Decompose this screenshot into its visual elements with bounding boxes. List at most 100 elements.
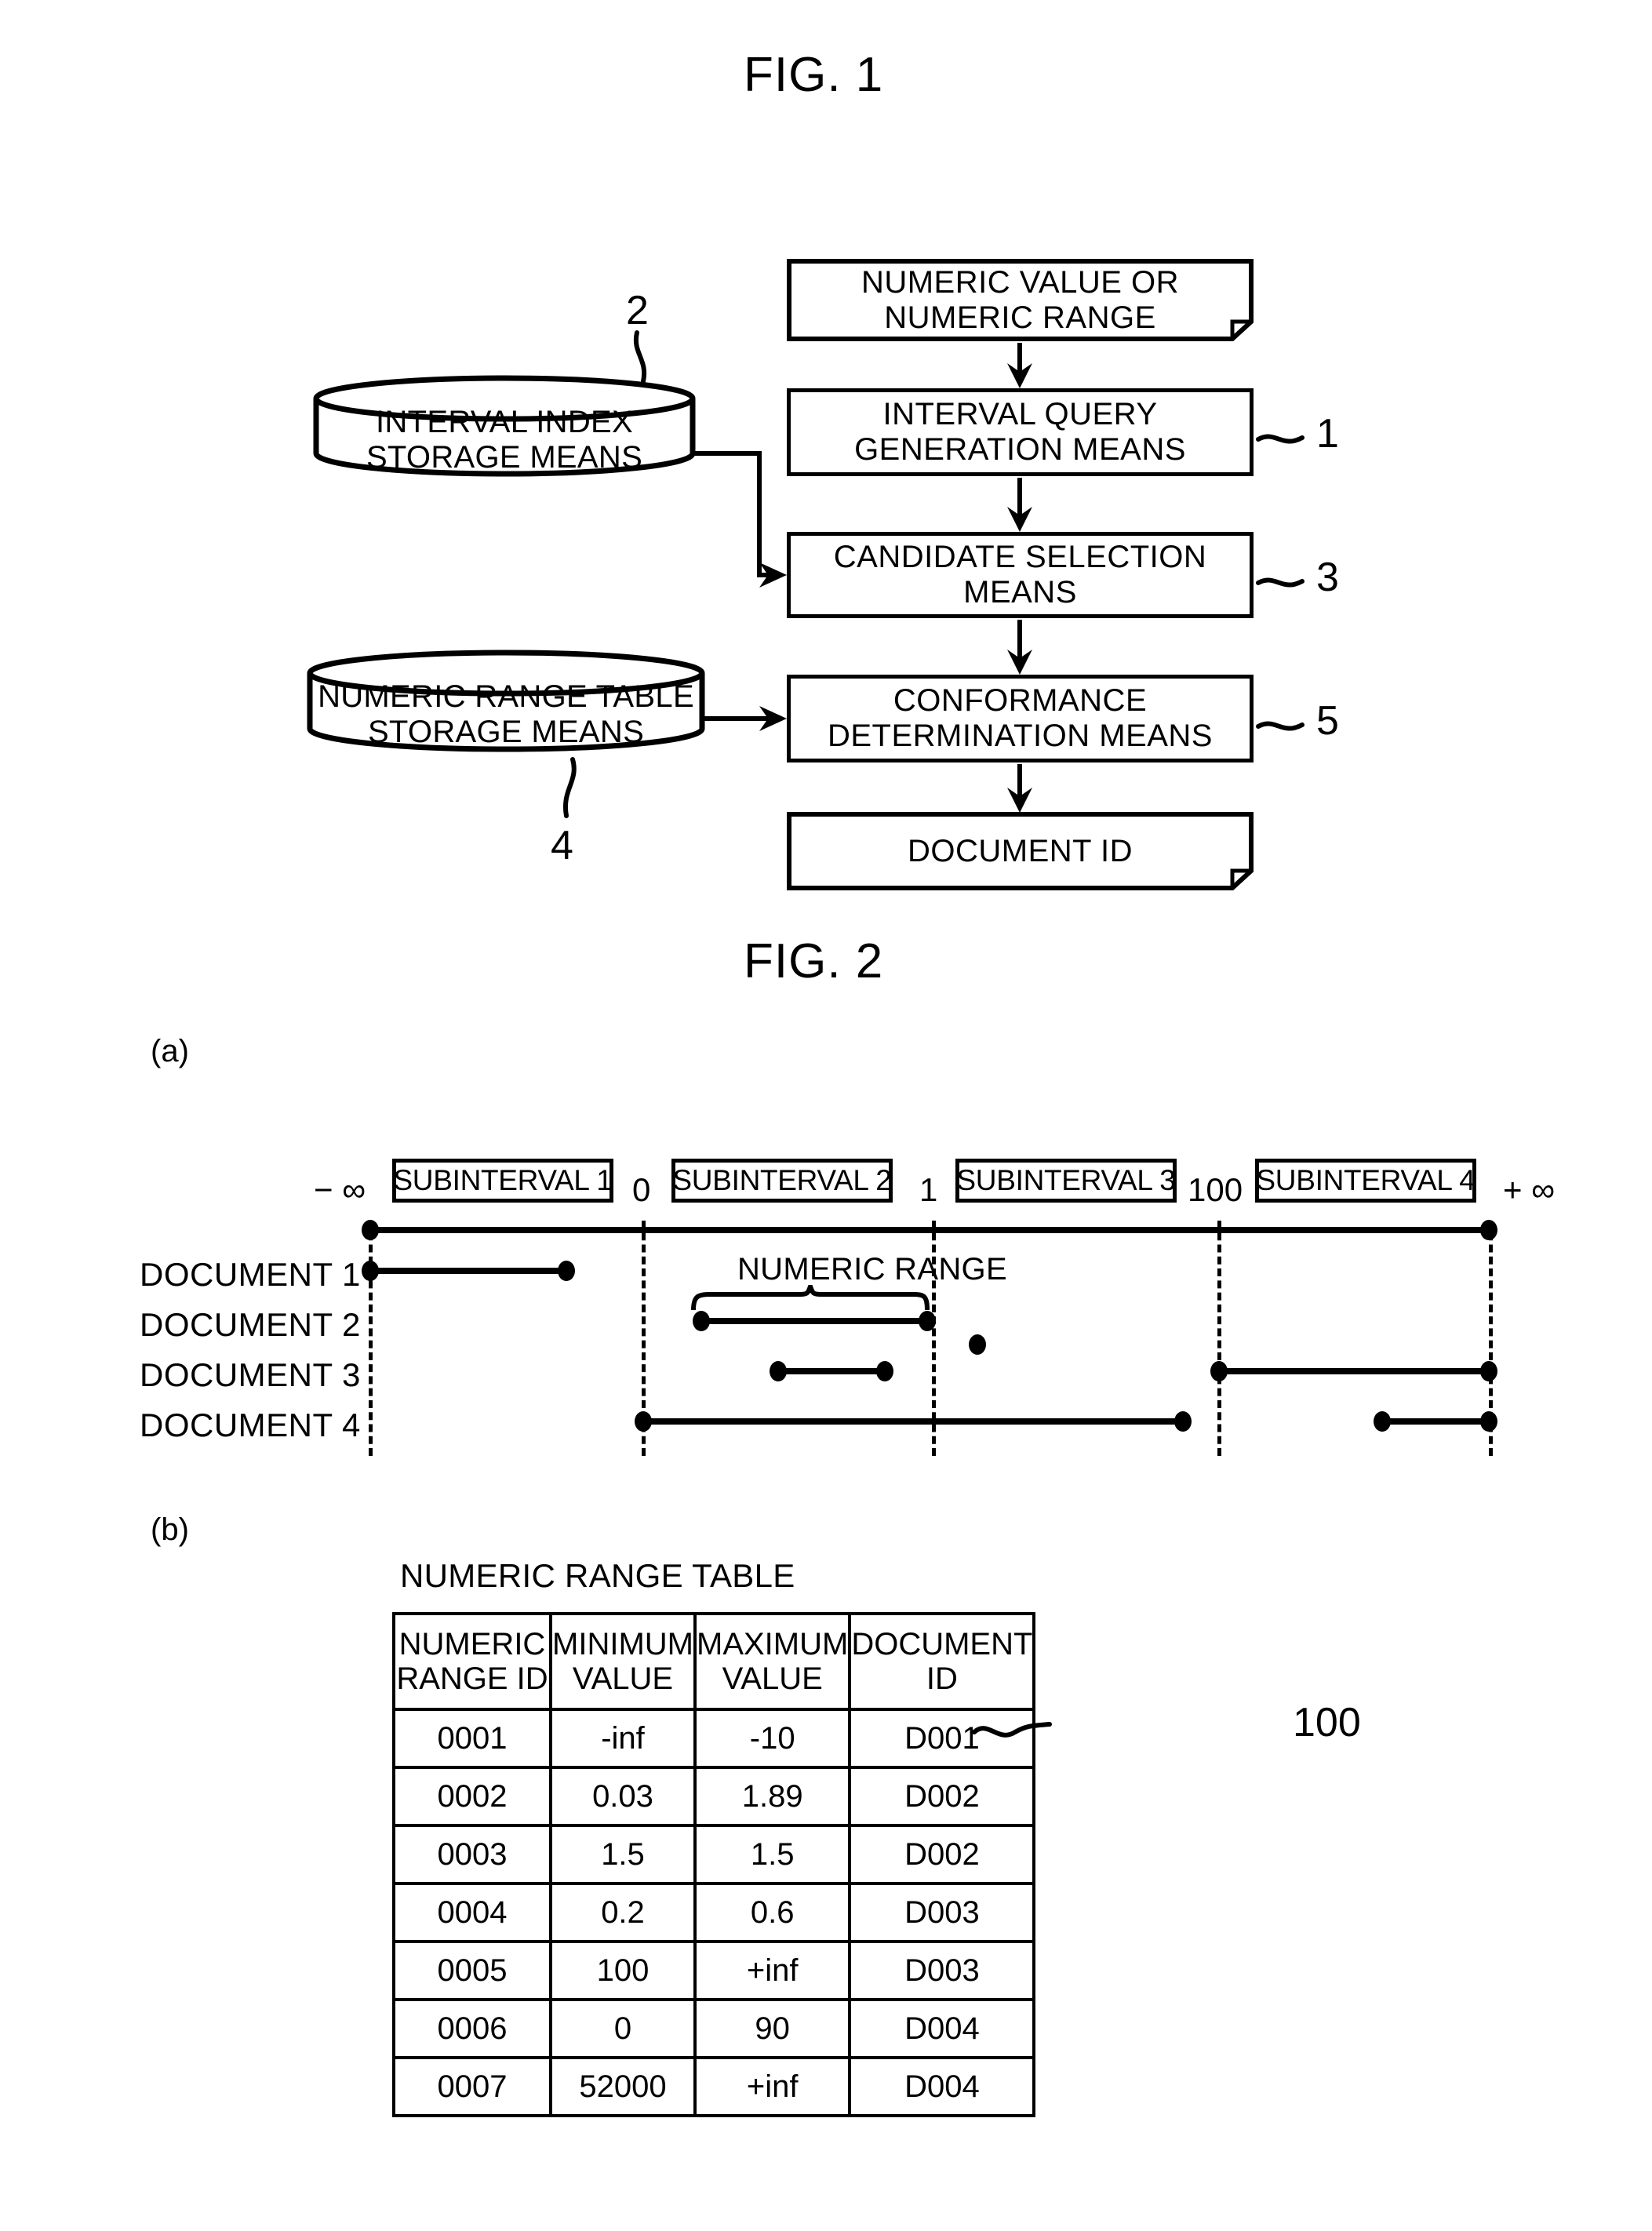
- interval-query-line2: GENERATION MEANS: [854, 432, 1186, 467]
- cell-max-value: 1.5: [693, 1824, 852, 1885]
- cell-max-value: +inf: [693, 2056, 852, 2117]
- subinterval-box-4: SUBINTERVAL 4: [1255, 1159, 1476, 1203]
- doc2-segment-1: [700, 1318, 927, 1324]
- doc3-segment-2-end-dot: [1480, 1361, 1497, 1381]
- cell-document-id: D004: [848, 1998, 1036, 2059]
- axis-endpoint-right: [1480, 1220, 1497, 1240]
- cell-range-id: 0004: [392, 1882, 552, 1943]
- cell-range-id: 0005: [392, 1940, 552, 2001]
- header-document-id: DOCUMENT ID: [848, 1612, 1036, 1711]
- neg-infinity-label: − ∞: [314, 1171, 366, 1208]
- cell-document-id: D004: [848, 2056, 1036, 2117]
- interval-query-generation-box: INTERVAL QUERY GENERATION MEANS: [787, 388, 1254, 476]
- doc2-segment-1-end-dot: [919, 1311, 936, 1331]
- doc4-segment-1: [642, 1418, 1184, 1425]
- doc-row-label-3: DOCUMENT 3: [140, 1356, 361, 1393]
- part-a-label: (a): [151, 1034, 189, 1068]
- doc3-segment-1-end-dot: [876, 1361, 893, 1381]
- cell-min-value: 0.03: [549, 1766, 697, 1827]
- conformance-line2: DETERMINATION MEANS: [827, 719, 1213, 753]
- doc1-segment-1-start-dot: [362, 1261, 379, 1281]
- doc4-segment-1-end-dot: [1174, 1411, 1192, 1432]
- table-row: 0005 100 +inf D003: [392, 1940, 1036, 2001]
- header-maximum-value: MAXIMUM VALUE: [693, 1612, 852, 1711]
- part-b-label: (b): [151, 1512, 189, 1547]
- cell-max-value: +inf: [693, 1940, 852, 2001]
- table-header-row: NUMERIC RANGE ID MINIMUM VALUE MAXIMUM V…: [392, 1612, 1036, 1711]
- fig2-title: FIG. 2: [744, 934, 884, 988]
- doc-row-label-4: DOCUMENT 4: [140, 1407, 361, 1443]
- cell-document-id: D003: [848, 1882, 1036, 1943]
- table-row: 0003 1.5 1.5 D002: [392, 1824, 1036, 1885]
- subinterval-box-1: SUBINTERVAL 1: [392, 1159, 613, 1203]
- numeric-range-brace: [691, 1285, 930, 1311]
- table-row: 0006 0 90 D004: [392, 1998, 1036, 2059]
- cell-document-id: D002: [848, 1766, 1036, 1827]
- ref-numeral-3: 3: [1316, 555, 1339, 600]
- axis-endpoint-left: [362, 1220, 379, 1240]
- header-minimum-value: MINIMUM VALUE: [549, 1612, 697, 1711]
- doc1-segment-1-end-dot: [558, 1261, 575, 1281]
- numeric-range-table-storage-line1: NUMERIC RANGE TABLE: [318, 679, 694, 714]
- numeric-range-table-storage-line2: STORAGE MEANS: [367, 714, 645, 749]
- cell-min-value: 1.5: [549, 1824, 697, 1885]
- interval-query-line1: INTERVAL QUERY: [882, 397, 1158, 432]
- cell-range-id: 0001: [392, 1708, 552, 1769]
- numeric-range-annotation-label: NUMERIC RANGE: [737, 1252, 1007, 1287]
- table-row: 0001 -inf -10 D001: [392, 1708, 1036, 1769]
- header-numeric-range-id: NUMERIC RANGE ID: [392, 1612, 552, 1711]
- output-document-box: DOCUMENT ID: [787, 812, 1254, 890]
- conformance-determination-box: CONFORMANCE DETERMINATION MEANS: [787, 675, 1254, 762]
- tick-label-100: 100: [1188, 1171, 1243, 1208]
- numeric-range-table: NUMERIC RANGE ID MINIMUM VALUE MAXIMUM V…: [392, 1612, 1036, 2117]
- table-ref-numeral-100: 100: [1293, 1700, 1361, 1745]
- doc4-segment-2-start-dot: [1374, 1411, 1391, 1432]
- cell-max-value: 1.89: [693, 1766, 852, 1827]
- numeric-range-table-storage-label: NUMERIC RANGE TABLE STORAGE MEANS: [306, 679, 706, 750]
- table-row: 0004 0.2 0.6 D003: [392, 1882, 1036, 1943]
- cell-min-value: 0.2: [549, 1882, 697, 1943]
- cell-min-value: -inf: [549, 1708, 697, 1769]
- doc1-segment-1: [369, 1268, 568, 1274]
- doc4-segment-1-start-dot: [635, 1411, 652, 1432]
- ref-numeral-5: 5: [1316, 698, 1339, 744]
- candidate-selection-line1: CANDIDATE SELECTION: [833, 540, 1207, 575]
- interval-index-storage-line1: INTERVAL INDEX: [376, 405, 633, 439]
- cell-min-value: 100: [549, 1940, 697, 2001]
- doc3-segment-1: [777, 1368, 886, 1374]
- table-ref-leader: [972, 1722, 1052, 1738]
- cell-max-value: 0.6: [693, 1882, 852, 1943]
- ref-numeral-4: 4: [551, 823, 573, 868]
- ref-numeral-1: 1: [1316, 411, 1339, 457]
- tick-label-0: 0: [632, 1171, 651, 1208]
- boundary-dash-100: [1217, 1221, 1221, 1456]
- doc-row-label-2: DOCUMENT 2: [140, 1306, 361, 1343]
- numeric-range-table-storage-cylinder: NUMERIC RANGE TABLE STORAGE MEANS: [306, 650, 706, 753]
- boundary-dash-neg-inf: [369, 1221, 373, 1456]
- doc4-segment-2-end-dot: [1480, 1411, 1497, 1432]
- main-axis-line: [369, 1227, 1490, 1233]
- cell-document-id: D003: [848, 1940, 1036, 2001]
- cell-range-id: 0003: [392, 1824, 552, 1885]
- conformance-line1: CONFORMANCE: [893, 683, 1148, 719]
- doc3-segment-1-start-dot: [770, 1361, 787, 1381]
- pos-infinity-label: + ∞: [1503, 1171, 1556, 1208]
- interval-index-storage-line2: STORAGE MEANS: [366, 439, 643, 475]
- doc2-segment-1-start-dot: [693, 1311, 710, 1331]
- doc4-segment-2: [1381, 1418, 1490, 1425]
- doc-row-label-1: DOCUMENT 1: [140, 1256, 361, 1293]
- doc3-segment-2-start-dot: [1210, 1361, 1228, 1381]
- tick-label-1: 1: [919, 1171, 938, 1208]
- doc3-segment-2: [1217, 1368, 1490, 1374]
- candidate-selection-box: CANDIDATE SELECTION MEANS: [787, 532, 1254, 618]
- fig1-title: FIG. 1: [744, 48, 884, 102]
- cell-range-id: 0007: [392, 2056, 552, 2117]
- doc2-point-dot: [969, 1334, 986, 1355]
- subinterval-box-2: SUBINTERVAL 2: [671, 1159, 893, 1203]
- cell-max-value: 90: [693, 1998, 852, 2059]
- interval-index-storage-cylinder: INTERVAL INDEX STORAGE MEANS: [312, 375, 697, 477]
- table-row: 0002 0.03 1.89 D002: [392, 1766, 1036, 1827]
- table-row: 0007 52000 +inf D004: [392, 2056, 1036, 2117]
- subinterval-box-3: SUBINTERVAL 3: [955, 1159, 1177, 1203]
- numeric-range-table-caption: NUMERIC RANGE TABLE: [400, 1557, 795, 1594]
